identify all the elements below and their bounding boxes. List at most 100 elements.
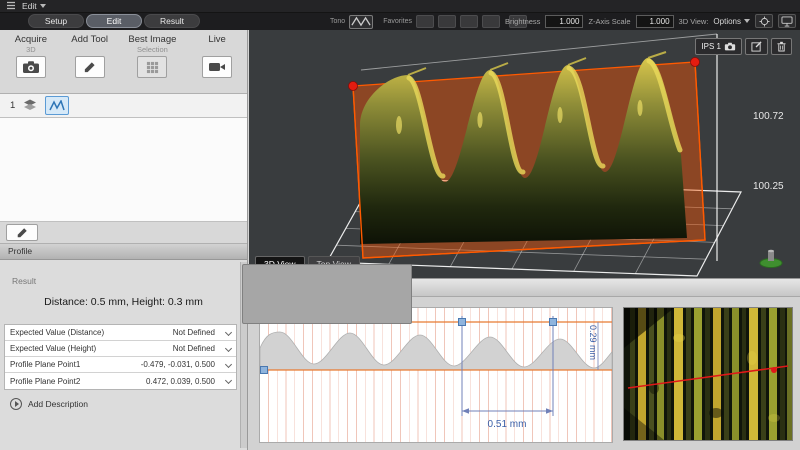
profile-parameters-table: Expected Value (Distance) Not Defined Ex… <box>4 324 237 390</box>
brightness-label: Brightness <box>505 17 540 26</box>
surface-thumbnail[interactable] <box>623 307 793 441</box>
row-value: Not Defined <box>173 344 215 353</box>
add-description-button[interactable]: Add Description <box>10 398 88 410</box>
profile-tool-icon[interactable] <box>45 96 69 115</box>
tab-result[interactable]: Result <box>144 14 200 28</box>
acquire-sublabel: 3D <box>26 45 36 54</box>
acquire-label: Acquire <box>15 34 47 45</box>
live-view-button[interactable] <box>202 56 232 78</box>
row-label: Expected Value (Height) <box>10 344 173 353</box>
favorite-slot-button-4[interactable] <box>482 15 500 28</box>
video-camera-icon <box>208 61 226 73</box>
table-row[interactable]: Expected Value (Height) Not Defined <box>5 341 236 357</box>
3d-viewport[interactable]: 100.72 100.25 IPS 1 3D View Top View <box>249 30 800 278</box>
acquire-column: Acquire 3D <box>0 30 62 93</box>
handle-right[interactable] <box>550 319 557 326</box>
edit-strip <box>0 222 247 244</box>
add-tool-column: Add Tool <box>62 30 118 93</box>
row-label: Profile Plane Point2 <box>10 377 146 386</box>
waveform-toggle-button[interactable] <box>349 15 373 29</box>
best-image-sublabel: Selection <box>137 45 168 54</box>
tab-edit[interactable]: Edit <box>86 14 142 28</box>
edit-menu-label: Edit <box>22 1 37 11</box>
favorites-toolbar: Tono Favorites <box>330 14 527 29</box>
profile-scrollbar[interactable] <box>240 262 247 448</box>
tab-setup[interactable]: Setup <box>28 14 84 28</box>
row-value: 0.472, 0.039, 0.500 <box>146 377 215 386</box>
table-row[interactable]: Profile Plane Point1 -0.479, -0.031, 0.5… <box>5 357 236 373</box>
z-scale-top-label: 100.72 <box>753 111 784 122</box>
table-row[interactable]: Profile Plane Point2 0.472, 0.039, 0.500 <box>5 373 236 389</box>
table-row[interactable]: Expected Value (Distance) Not Defined <box>5 325 236 341</box>
plane-endpoint-handle-right[interactable] <box>691 58 700 67</box>
edit-square-icon <box>751 41 762 52</box>
chevron-down-icon[interactable] <box>225 361 232 368</box>
brightness-input[interactable]: 1.000 <box>545 15 583 28</box>
view-controls: Brightness 1.000 Z-Axis Scale 1.000 3D V… <box>505 13 796 29</box>
acquisition-toolbar: Acquire 3D Add Tool Best Image Selection… <box>0 30 247 94</box>
options-label: Options <box>713 17 741 26</box>
chevron-down-icon[interactable] <box>225 345 232 352</box>
chevron-down-icon[interactable] <box>225 329 232 336</box>
row-value: Not Defined <box>173 328 215 337</box>
scrollbar-thumb[interactable] <box>242 264 412 324</box>
viewport-toolbar: IPS 1 <box>695 38 792 55</box>
tool-list-row[interactable]: 1 <box>0 94 247 118</box>
row-label: Profile Plane Point1 <box>10 360 141 369</box>
zaxis-scale-label: Z-Axis Scale <box>588 17 630 26</box>
expand-arrow-icon <box>10 398 22 410</box>
3d-render: 100.72 100.25 <box>249 30 800 278</box>
ips-capture-button[interactable]: IPS 1 <box>695 38 742 55</box>
view3d-label: 3D View: <box>679 17 709 26</box>
pencil-icon <box>16 227 28 239</box>
distance-value-label: 0.51 mm <box>488 419 527 430</box>
acquire-3d-button[interactable] <box>16 56 46 78</box>
edit-menu[interactable]: Edit <box>22 1 46 11</box>
crosshair-icon <box>759 16 770 27</box>
profile-panel: Result Distance: 0.5 mm, Height: 0.3 mm … <box>0 260 247 450</box>
row-value: -0.479, -0.031, 0.500 <box>141 360 215 369</box>
hamburger-menu-icon[interactable] <box>6 1 16 12</box>
tool-list-empty-area <box>0 118 247 222</box>
orientation-gizmo[interactable] <box>760 250 782 268</box>
pencil-icon <box>83 61 96 74</box>
tono-label: Tono <box>330 18 345 25</box>
favorite-slot-button-1[interactable] <box>416 15 434 28</box>
edit-profile-button[interactable] <box>6 224 38 241</box>
annotate-button[interactable] <box>745 38 768 55</box>
trash-icon <box>777 41 786 52</box>
caret-down-icon <box>744 19 750 23</box>
chevron-down-icon[interactable] <box>225 377 232 384</box>
best-image-column: Best Image Selection <box>118 30 188 93</box>
profile-chart[interactable]: 0.51 mm 0.29 mm <box>259 307 613 443</box>
measurement-result: Distance: 0.5 mm, Height: 0.3 mm <box>0 296 247 308</box>
profile-section-header[interactable]: Profile <box>0 244 247 260</box>
add-tool-button[interactable] <box>75 56 105 78</box>
distance-dimension <box>462 408 553 414</box>
options-dropdown[interactable]: Options <box>713 17 750 26</box>
favorites-label: Favorites <box>383 18 412 25</box>
z-scale-bottom-label: 100.25 <box>753 181 784 192</box>
waveform-icon <box>351 16 371 27</box>
display-layout-button[interactable] <box>778 14 796 28</box>
height-value-label: 0.29 mm <box>588 325 598 360</box>
plane-endpoint-handle-left[interactable] <box>349 82 358 91</box>
best-image-selection-button[interactable] <box>137 56 167 78</box>
delete-button[interactable] <box>771 38 792 55</box>
live-label: Live <box>208 34 225 45</box>
zaxis-scale-input[interactable]: 1.000 <box>636 15 674 28</box>
result-label: Result <box>12 276 36 286</box>
monitor-icon <box>781 16 793 27</box>
handle-left[interactable] <box>459 319 466 326</box>
fit-view-button[interactable] <box>755 14 773 28</box>
add-tool-label: Add Tool <box>71 34 108 45</box>
thumbnail-profile-point[interactable] <box>771 367 777 373</box>
top-bar: Edit Setup Edit Result Tono Favorites Br… <box>0 0 800 30</box>
live-column: Live <box>187 30 247 93</box>
favorite-slot-button-3[interactable] <box>460 15 478 28</box>
cross-section-area <box>260 332 612 370</box>
mode-tabs: Setup Edit Result <box>28 14 200 28</box>
handle-baseline[interactable] <box>261 367 268 374</box>
row-label: Expected Value (Distance) <box>10 328 173 337</box>
favorite-slot-button-2[interactable] <box>438 15 456 28</box>
